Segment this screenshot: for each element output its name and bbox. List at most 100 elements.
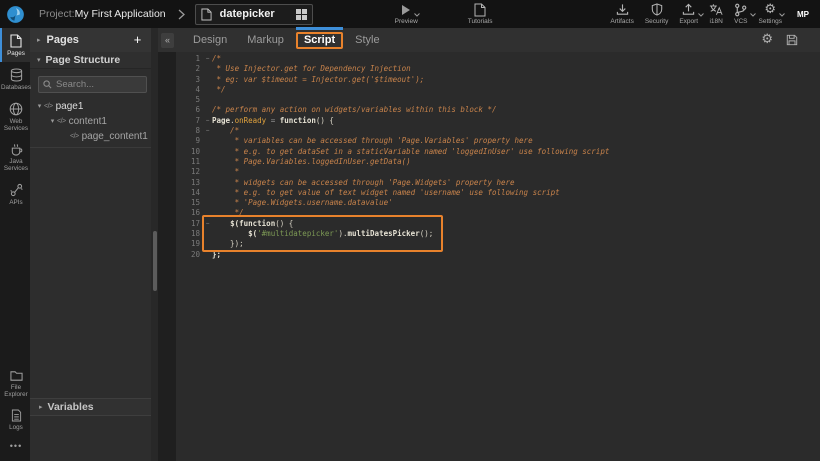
- line-number[interactable]: 18: [176, 229, 203, 239]
- chevron-right-icon: [178, 9, 185, 20]
- vcs-button[interactable]: VCS: [734, 3, 747, 26]
- code-line-6[interactable]: 6/* perform any action on widgets/variab…: [176, 105, 820, 115]
- pages-panel-header[interactable]: ▸ Pages +: [30, 28, 158, 52]
- tab-design[interactable]: Design: [183, 28, 237, 52]
- rail-item-more[interactable]: •••: [0, 436, 30, 455]
- action-label: i18N: [709, 18, 722, 25]
- save-button[interactable]: [786, 34, 798, 46]
- tab-style[interactable]: Style: [345, 28, 389, 52]
- search-input[interactable]: [56, 79, 140, 90]
- rail-item-label: Logs: [9, 424, 23, 431]
- caret-down-icon[interactable]: ▾: [48, 118, 57, 125]
- line-number[interactable]: 14: [176, 188, 203, 198]
- fold-marker-icon[interactable]: −: [203, 116, 212, 126]
- line-number[interactable]: 16: [176, 208, 203, 218]
- panel-scrollbar-thumb[interactable]: [153, 231, 157, 291]
- page-switcher-grid-icon[interactable]: [296, 9, 307, 20]
- globe-icon: [9, 102, 23, 116]
- code-line-19[interactable]: 19 });: [176, 239, 820, 249]
- export-button[interactable]: Export: [679, 3, 698, 26]
- rail-item-web-services[interactable]: Web Services: [0, 96, 30, 137]
- code-line-2[interactable]: 2 * Use Injector.get for Dependency Inje…: [176, 64, 820, 74]
- branch-icon: [734, 3, 747, 17]
- code-line-11[interactable]: 11 * Page.Variables.loggedInUser.getData…: [176, 157, 820, 167]
- add-page-button[interactable]: +: [129, 32, 146, 49]
- line-number[interactable]: 1: [176, 54, 203, 64]
- rail-item-logs[interactable]: Logs: [0, 403, 30, 436]
- fold-gutter: [203, 198, 212, 208]
- code-line-17[interactable]: 17− $(function() {: [176, 219, 820, 229]
- rail-item-apis[interactable]: APIs: [0, 177, 30, 211]
- panel-empty-area: [30, 148, 158, 398]
- code-line-5[interactable]: 5: [176, 95, 820, 105]
- line-number[interactable]: 9: [176, 136, 203, 146]
- widget-code-icon: </>: [70, 133, 79, 140]
- code-line-1[interactable]: 1−/*: [176, 54, 820, 64]
- code-line-13[interactable]: 13 * widgets can be accessed through 'Pa…: [176, 178, 820, 188]
- code-line-8[interactable]: 8− /*: [176, 126, 820, 136]
- line-number[interactable]: 10: [176, 147, 203, 157]
- artifacts-button[interactable]: Artifacts: [610, 3, 633, 26]
- code-line-3[interactable]: 3 * eg: var $timeout = Injector.get('$ti…: [176, 75, 820, 85]
- code-line-9[interactable]: 9 * variables can be accessed through 'P…: [176, 136, 820, 146]
- i18n-button[interactable]: i18N: [709, 3, 723, 26]
- line-number[interactable]: 12: [176, 167, 203, 177]
- code-area[interactable]: 1−/*2 * Use Injector.get for Dependency …: [176, 52, 820, 461]
- collapse-panel-button[interactable]: «: [161, 33, 174, 48]
- project-name: My First Application: [75, 8, 166, 20]
- caret-down-icon[interactable]: ▾: [35, 103, 44, 110]
- security-button[interactable]: Security: [645, 3, 668, 26]
- line-number[interactable]: 11: [176, 157, 203, 167]
- line-number[interactable]: 7: [176, 116, 203, 126]
- line-number[interactable]: 19: [176, 239, 203, 249]
- wavemaker-logo[interactable]: [0, 0, 30, 28]
- variables-header[interactable]: ▸ Variables: [30, 398, 158, 416]
- chevron-down-icon[interactable]: [414, 13, 420, 17]
- avatar[interactable]: MP: [793, 4, 813, 24]
- code-line-7[interactable]: 7−Page.onReady = function() {: [176, 116, 820, 126]
- tree-item-page_content1[interactable]: </>page_content1: [30, 129, 158, 144]
- editor-tabs: DesignMarkupScriptStyle: [183, 28, 390, 52]
- search-box[interactable]: [38, 76, 147, 93]
- folder-icon: [10, 370, 23, 382]
- tab-script[interactable]: Script: [296, 32, 343, 49]
- fold-gutter: [203, 167, 212, 177]
- code-text: *: [212, 167, 239, 177]
- line-number[interactable]: 13: [176, 178, 203, 188]
- rail-item-databases[interactable]: Databases: [0, 62, 30, 96]
- code-line-14[interactable]: 14 * e.g. to get value of text widget na…: [176, 188, 820, 198]
- line-number[interactable]: 3: [176, 75, 203, 85]
- code-line-4[interactable]: 4 */: [176, 85, 820, 95]
- line-number[interactable]: 2: [176, 64, 203, 74]
- fold-marker-icon[interactable]: −: [203, 54, 212, 64]
- code-line-10[interactable]: 10 * e.g. to get dataSet in a staticVari…: [176, 147, 820, 157]
- line-number[interactable]: 15: [176, 198, 203, 208]
- fold-marker-icon[interactable]: −: [203, 219, 212, 229]
- preview-button[interactable]: Preview: [395, 3, 418, 26]
- tree-item-page1[interactable]: ▾</>page1: [30, 99, 158, 114]
- panel-scrollbar-track: [151, 28, 158, 461]
- code-line-18[interactable]: 18 $('#multidatepicker').multiDatesPicke…: [176, 229, 820, 239]
- rail-item-pages[interactable]: Pages: [0, 28, 30, 62]
- code-line-20[interactable]: 20};: [176, 250, 820, 260]
- settings-button[interactable]: ⚙Settings: [759, 3, 783, 26]
- page-tab-datepicker[interactable]: datepicker: [195, 4, 313, 25]
- line-number[interactable]: 20: [176, 250, 203, 260]
- tab-markup[interactable]: Markup: [237, 28, 294, 52]
- code-line-12[interactable]: 12 *: [176, 167, 820, 177]
- line-number[interactable]: 17: [176, 219, 203, 229]
- rail-item-java-services[interactable]: Java Services: [0, 137, 30, 177]
- line-number[interactable]: 8: [176, 126, 203, 136]
- page-structure-header[interactable]: ▾ Page Structure: [30, 52, 158, 69]
- script-settings-button[interactable]: ⚙: [761, 33, 773, 47]
- line-number[interactable]: 5: [176, 95, 203, 105]
- fold-marker-icon[interactable]: −: [203, 126, 212, 136]
- tutorials-button[interactable]: Tutorials: [468, 3, 493, 26]
- code-line-15[interactable]: 15 * 'Page.Widgets.username.datavalue': [176, 198, 820, 208]
- code-line-16[interactable]: 16 */: [176, 208, 820, 218]
- tree-item-content1[interactable]: ▾</>content1: [30, 114, 158, 129]
- line-number[interactable]: 6: [176, 105, 203, 115]
- line-number[interactable]: 4: [176, 85, 203, 95]
- rail-item-file-explorer[interactable]: File Explorer: [0, 364, 30, 403]
- fold-gutter: [203, 229, 212, 239]
